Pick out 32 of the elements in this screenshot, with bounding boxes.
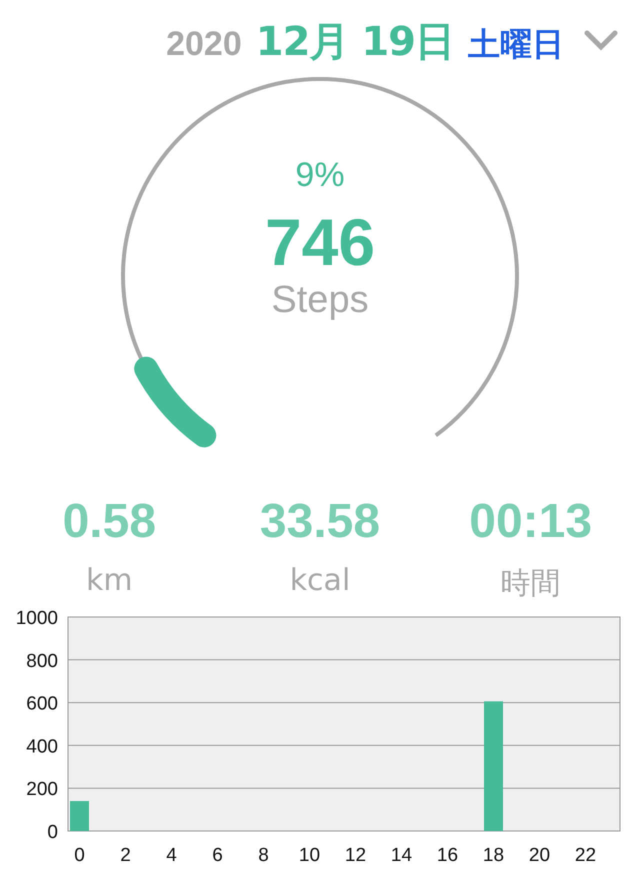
weekday-text: 土曜日 bbox=[468, 24, 564, 65]
bar bbox=[70, 801, 89, 831]
stat-value: 00:13 bbox=[469, 494, 592, 549]
x-tick-label: 2 bbox=[120, 845, 131, 866]
y-tick-label: 400 bbox=[26, 736, 58, 758]
steps-label: Steps bbox=[271, 279, 369, 322]
x-tick-label: 16 bbox=[436, 845, 458, 866]
x-tick-label: 20 bbox=[528, 845, 550, 866]
year-text: 2020 bbox=[166, 25, 242, 64]
x-tick-label: 22 bbox=[574, 845, 596, 866]
y-tick-label: 1000 bbox=[16, 608, 58, 629]
stat-unit: kcal bbox=[290, 563, 350, 598]
x-tick-label: 4 bbox=[166, 845, 177, 866]
x-tick-label: 6 bbox=[212, 845, 223, 866]
chevron-down-icon[interactable] bbox=[584, 29, 618, 51]
x-tick-label: 0 bbox=[74, 845, 85, 866]
x-tick-label: 8 bbox=[258, 845, 269, 866]
y-tick-label: 600 bbox=[26, 694, 58, 715]
x-tick-label: 10 bbox=[298, 845, 320, 866]
steps-count: 746 bbox=[264, 209, 376, 275]
y-tick-label: 800 bbox=[26, 650, 58, 672]
stat-value: 0.58 bbox=[62, 494, 156, 549]
y-tick-label: 200 bbox=[26, 779, 58, 800]
x-tick-label: 12 bbox=[344, 845, 366, 866]
percent-text: 9% bbox=[295, 156, 345, 195]
x-tick-label: 14 bbox=[390, 845, 412, 866]
x-tick-label: 18 bbox=[482, 845, 504, 866]
stat-unit: km bbox=[86, 563, 133, 598]
date-text: 12月 19日 bbox=[256, 18, 454, 67]
y-tick-label: 0 bbox=[47, 822, 58, 843]
stat-unit: 時間 bbox=[500, 565, 561, 603]
stat-value: 33.58 bbox=[260, 494, 380, 549]
